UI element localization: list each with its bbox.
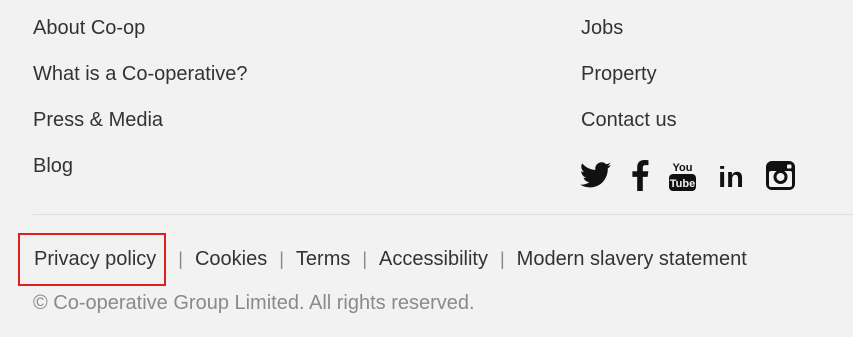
footer-link-item: Property [581,60,677,106]
youtube-icon: You Tube [669,162,696,191]
youtube-icon-text-bottom: Tube [670,178,695,190]
legal-separator: | [178,248,183,269]
blog-link[interactable]: Blog [33,155,73,177]
press-media-link[interactable]: Press & Media [33,109,163,131]
jobs-link[interactable]: Jobs [581,17,623,39]
cookies-link[interactable]: Cookies [195,248,267,271]
footer-links-right: Jobs Property Contact us [581,14,677,152]
footer-link-item: Contact us [581,106,677,152]
privacy-policy-link[interactable]: Privacy policy [34,248,156,271]
twitter-link[interactable] [580,162,611,188]
facebook-link[interactable] [631,159,649,191]
social-links: You Tube in [580,158,795,192]
footer-link-item: What is a Co-operative? [33,60,248,106]
instagram-link[interactable] [766,160,795,190]
accessibility-link[interactable]: Accessibility [379,248,488,271]
site-footer: About Co-op What is a Co-operative? Pres… [0,0,853,337]
twitter-icon [580,162,611,188]
privacy-policy-highlight: Privacy policy [18,232,167,286]
modern-slavery-statement-link[interactable]: Modern slavery statement [517,248,747,271]
footer-link-item: Jobs [581,14,677,60]
legal-separator: | [279,248,284,269]
linkedin-icon: in [718,162,744,189]
linkedin-link[interactable]: in [716,161,746,189]
youtube-icon-text-top: You [673,162,693,174]
youtube-link[interactable]: You Tube [669,160,696,191]
legal-separator: | [362,248,368,269]
linkedin-icon-text: in [718,162,744,189]
footer-divider [33,214,853,215]
instagram-icon [766,160,795,190]
terms-link[interactable]: Terms [296,248,350,271]
what-is-cooperative-link[interactable]: What is a Co-operative? [33,63,248,85]
copyright-text: © Co-operative Group Limited. All rights… [33,292,475,314]
footer-link-item: Press & Media [33,106,248,152]
contact-us-link[interactable]: Contact us [581,109,677,131]
facebook-icon [632,159,649,191]
footer-link-item: Blog [33,152,248,198]
about-coop-link[interactable]: About Co-op [33,17,145,39]
legal-links: Privacy policy | Cookies | Terms | Acces… [18,232,747,286]
footer-link-item: About Co-op [33,14,248,60]
property-link[interactable]: Property [581,63,657,85]
footer-links-left: About Co-op What is a Co-operative? Pres… [33,14,248,198]
legal-separator: | [499,248,505,269]
